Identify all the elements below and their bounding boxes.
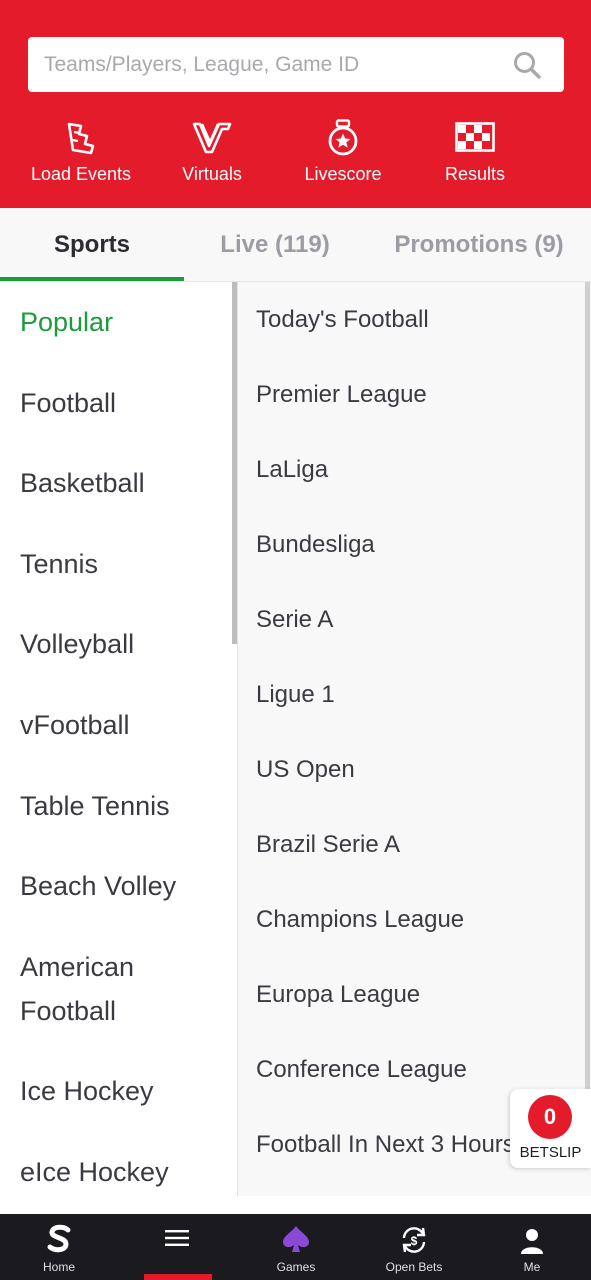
quick-link-results[interactable]: Results [410,118,540,185]
sport-item-volleyball[interactable]: Volleyball [20,622,230,666]
nav-label: Home [42,1260,75,1274]
tab-live[interactable]: Live (119) [184,208,366,282]
nav-label: Me [523,1260,541,1274]
nav-me[interactable]: Me [473,1214,591,1280]
betslip-label: BETSLIP [519,1144,582,1161]
tab-sports[interactable]: Sports [0,208,184,282]
sport-item-eice-hockey[interactable]: eIce Hockey [20,1150,230,1194]
sport-item-american-football[interactable]: American Football [20,945,180,1033]
league-item[interactable]: Europa League [256,979,420,1011]
league-item[interactable]: Conference League [256,1054,467,1086]
tab-promotions[interactable]: Promotions (9) [370,208,588,282]
sport-item-beach-volley[interactable]: Beach Volley [20,864,230,908]
leagues-list-scrollbar[interactable] [585,282,590,1102]
svg-text:$: $ [411,1234,418,1248]
spade-icon [237,1214,355,1254]
nav-menu[interactable] [118,1214,236,1280]
quick-link-load-events[interactable]: Load Events [16,118,146,185]
sport-item-tennis[interactable]: Tennis [20,542,230,586]
load-events-icon [16,118,146,158]
league-item[interactable]: Premier League [256,379,427,411]
search-icon[interactable] [512,50,542,80]
user-icon [473,1214,591,1254]
sport-item-popular[interactable]: Popular [20,300,230,344]
menu-icon [118,1214,236,1262]
nav-home[interactable]: Home [0,1214,118,1280]
betslip-count-badge: 0 [528,1095,572,1139]
quick-link-label: Results [444,164,506,184]
league-item[interactable]: Today's Football [256,304,429,336]
sport-item-vfootball[interactable]: vFootball [20,703,230,747]
league-item[interactable]: Champions League [256,904,464,936]
nav-games[interactable]: Games [237,1214,355,1280]
league-item[interactable]: Bundesliga [256,529,375,561]
sport-item-ice-hockey[interactable]: Ice Hockey [20,1069,230,1113]
results-flag-icon [410,118,540,158]
virtuals-icon [147,118,277,158]
home-s-icon [0,1214,118,1254]
sport-item-basketball[interactable]: Basketball [20,461,230,505]
league-item[interactable]: US Open [256,754,355,786]
leagues-list: Today's Football Premier League LaLiga B… [238,282,585,1196]
quick-link-label: Load Events [30,164,132,184]
open-bets-icon: $ [355,1214,473,1254]
league-item[interactable]: Ligue 1 [256,679,335,711]
category-tabs: Sports Live (119) Promotions (9) [0,208,591,282]
bottom-nav: Home Games $ Open Bets Me [0,1214,591,1280]
quick-link-label: Livescore [304,164,382,184]
sport-item-football[interactable]: Football [20,381,230,425]
active-tab-indicator [0,277,184,281]
livescore-icon [278,118,408,158]
quick-link-label: Virtuals [182,164,242,184]
quick-link-virtuals[interactable]: Virtuals [147,118,277,185]
sport-item-table-tennis[interactable]: Table Tennis [20,784,230,828]
league-item[interactable]: LaLiga [256,454,328,486]
search-bar[interactable]: Teams/Players, League, Game ID [28,37,564,92]
nav-label: Games [276,1260,316,1274]
search-input[interactable]: Teams/Players, League, Game ID [28,53,512,77]
league-item[interactable]: Serie A [256,604,333,636]
nav-open-bets[interactable]: $ Open Bets [355,1214,473,1280]
betslip-button[interactable]: 0 BETSLIP [510,1089,591,1168]
quick-link-livescore[interactable]: Livescore [278,118,408,185]
active-nav-indicator [144,1274,212,1280]
league-item[interactable]: Brazil Serie A [256,829,400,861]
nav-label: Open Bets [385,1260,443,1274]
header: Teams/Players, League, Game ID Load Even… [0,0,591,208]
league-item[interactable]: Football In Next 3 Hours [256,1129,515,1161]
